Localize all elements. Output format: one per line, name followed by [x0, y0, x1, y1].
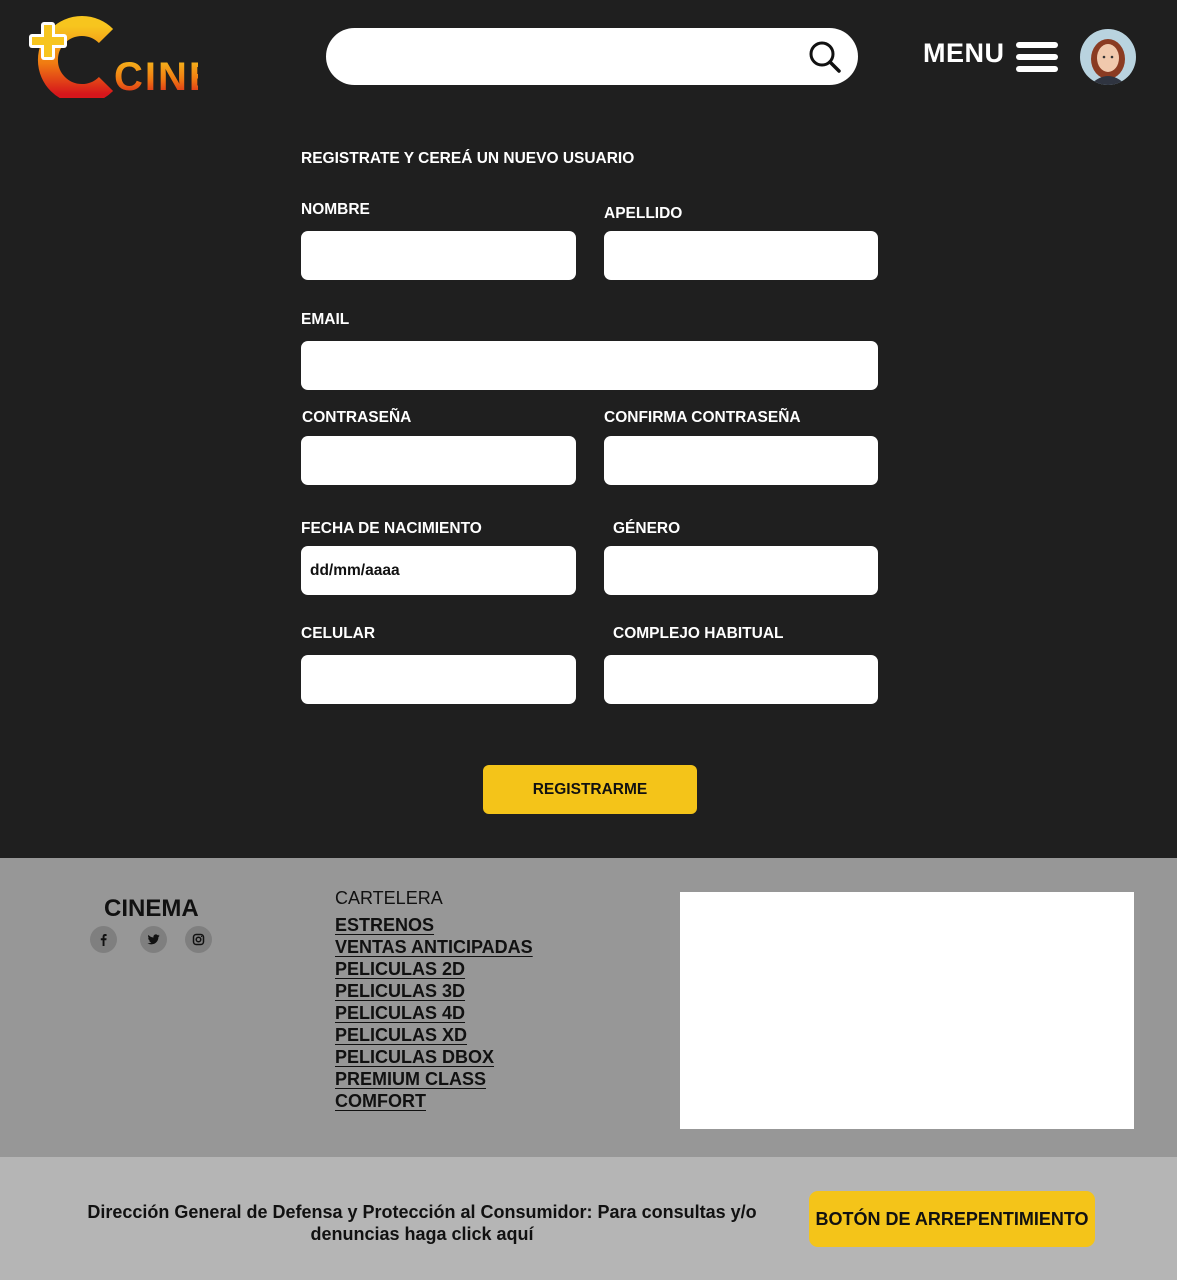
- nombre-input[interactable]: [301, 231, 576, 280]
- footer-link-peliculas-3d[interactable]: PELICULAS 3D: [335, 981, 465, 1001]
- regret-button[interactable]: BOTÓN DE ARREPENTIMIENTO: [809, 1191, 1095, 1247]
- cine-logo[interactable]: CINE: [28, 14, 216, 104]
- phone-input[interactable]: [301, 655, 576, 704]
- footer-link-estrenos[interactable]: ESTRENOS: [335, 915, 434, 935]
- consumer-protection-link[interactable]: Dirección General de Defensa y Protecció…: [80, 1201, 764, 1245]
- hamburger-menu-icon[interactable]: [1015, 40, 1059, 74]
- footer-link-peliculas-4d[interactable]: PELICULAS 4D: [335, 1003, 465, 1023]
- footer-link-premium-class[interactable]: PREMIUM CLASS: [335, 1069, 486, 1089]
- logo-graphic: CINE: [29, 16, 216, 104]
- footer-link-peliculas-2d[interactable]: PELICULAS 2D: [335, 959, 465, 979]
- footer-map-placeholder: [680, 892, 1134, 1129]
- menu-label[interactable]: MENU: [923, 38, 1005, 69]
- search-icon[interactable]: [806, 38, 842, 74]
- user-avatar[interactable]: [1080, 29, 1136, 85]
- register-button[interactable]: REGISTRARME: [483, 765, 697, 814]
- form-title: REGISTRATE Y CEREÁ UN NUEVO USUARIO: [301, 150, 635, 167]
- password-input[interactable]: [301, 436, 576, 485]
- cinema-complex-label: COMPLEJO HABITUAL: [613, 625, 784, 642]
- footer-link-comfort[interactable]: COMFORT: [335, 1091, 426, 1111]
- confirm-password-label: CONFIRMA CONTRASEÑA: [604, 409, 801, 426]
- apellido-input[interactable]: [604, 231, 878, 280]
- footer-link-peliculas-xd[interactable]: PELICULAS XD: [335, 1025, 467, 1045]
- email-label: EMAIL: [301, 311, 350, 328]
- birthdate-input[interactable]: [301, 546, 576, 595]
- confirm-password-input[interactable]: [604, 436, 878, 485]
- instagram-icon[interactable]: [185, 926, 212, 953]
- password-label: CONTRASEÑA: [302, 409, 412, 426]
- twitter-icon[interactable]: [140, 926, 167, 953]
- cinema-complex-input[interactable]: [604, 655, 878, 704]
- gender-label: GÉNERO: [613, 520, 681, 537]
- footer-link-peliculas-dbox[interactable]: PELICULAS DBOX: [335, 1047, 494, 1067]
- search-input[interactable]: [346, 36, 800, 78]
- nombre-label: NOMBRE: [301, 201, 370, 218]
- birthdate-label: FECHA DE NACIMIENTO: [301, 520, 482, 537]
- cartelera-links: ESTRENOS VENTAS ANTICIPADAS PELICULAS 2D…: [335, 915, 533, 1113]
- phone-label: CELULAR: [301, 625, 376, 642]
- email-input[interactable]: [301, 341, 878, 390]
- logo-text: CINE: [114, 55, 198, 98]
- footer-brand: CINEMA: [104, 895, 199, 922]
- cartelera-title: CARTELERA: [335, 888, 443, 908]
- apellido-label: APELLIDO: [604, 205, 683, 222]
- gender-input[interactable]: [604, 546, 878, 595]
- facebook-icon[interactable]: [90, 926, 117, 953]
- footer-link-ventas-anticipadas[interactable]: VENTAS ANTICIPADAS: [335, 937, 533, 957]
